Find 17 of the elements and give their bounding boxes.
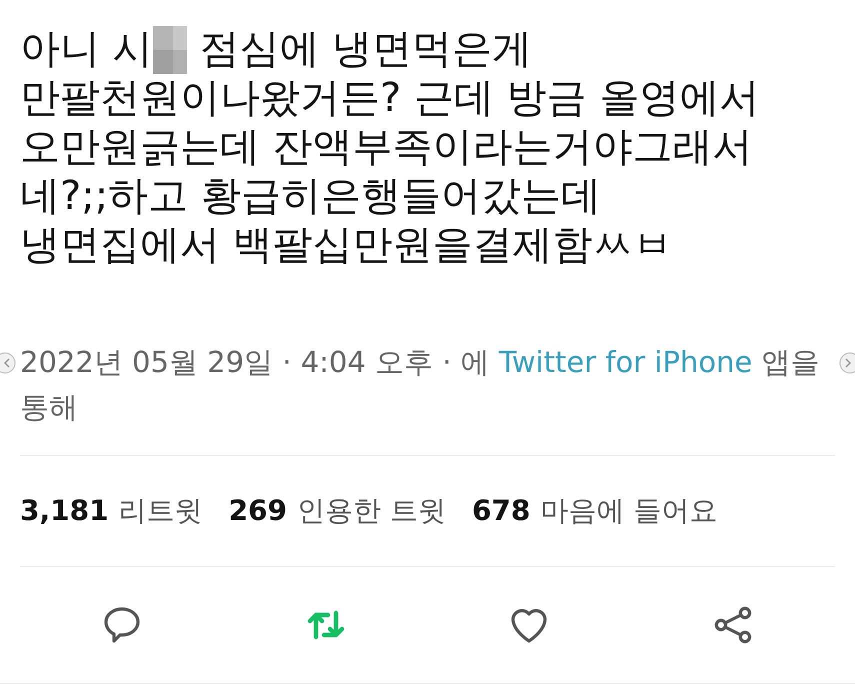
carousel-next-icon[interactable]: [839, 352, 855, 374]
tweet-text: 오만원긁는데 잔액부족이라는거야그래서: [20, 123, 753, 172]
stat-label: 리트윗: [118, 493, 203, 529]
stat-label: 인용한 트윗: [297, 493, 446, 529]
tweet-text: 점심에 냉면먹은게: [198, 25, 532, 74]
stat-count: 3,181: [20, 493, 109, 529]
tweet-text: 아니 시: [20, 25, 153, 74]
tweet-text: 네?;;하고 황급히은행들어갔는데: [20, 172, 601, 221]
stat-label: 마음에 들어요: [540, 493, 718, 529]
carousel-prev-icon[interactable]: [0, 352, 16, 374]
tweet-timestamp: 2022년 05월 29일 · 4:04 오후 · 에 Twitter for iPhone 앱을 통해: [20, 344, 821, 426]
censor-mosaic: [152, 26, 187, 74]
stat-count: 269: [228, 493, 288, 529]
source-link[interactable]: Twitter for iPhone: [498, 345, 752, 379]
stat-count: 678: [472, 493, 530, 529]
tweet-text: 냉면집에서 백팔십만원을결제함ㅆㅂ: [20, 221, 673, 270]
tweet-text: 만팔천원이나왔거든? 근데 방금 올영에서: [20, 74, 760, 123]
